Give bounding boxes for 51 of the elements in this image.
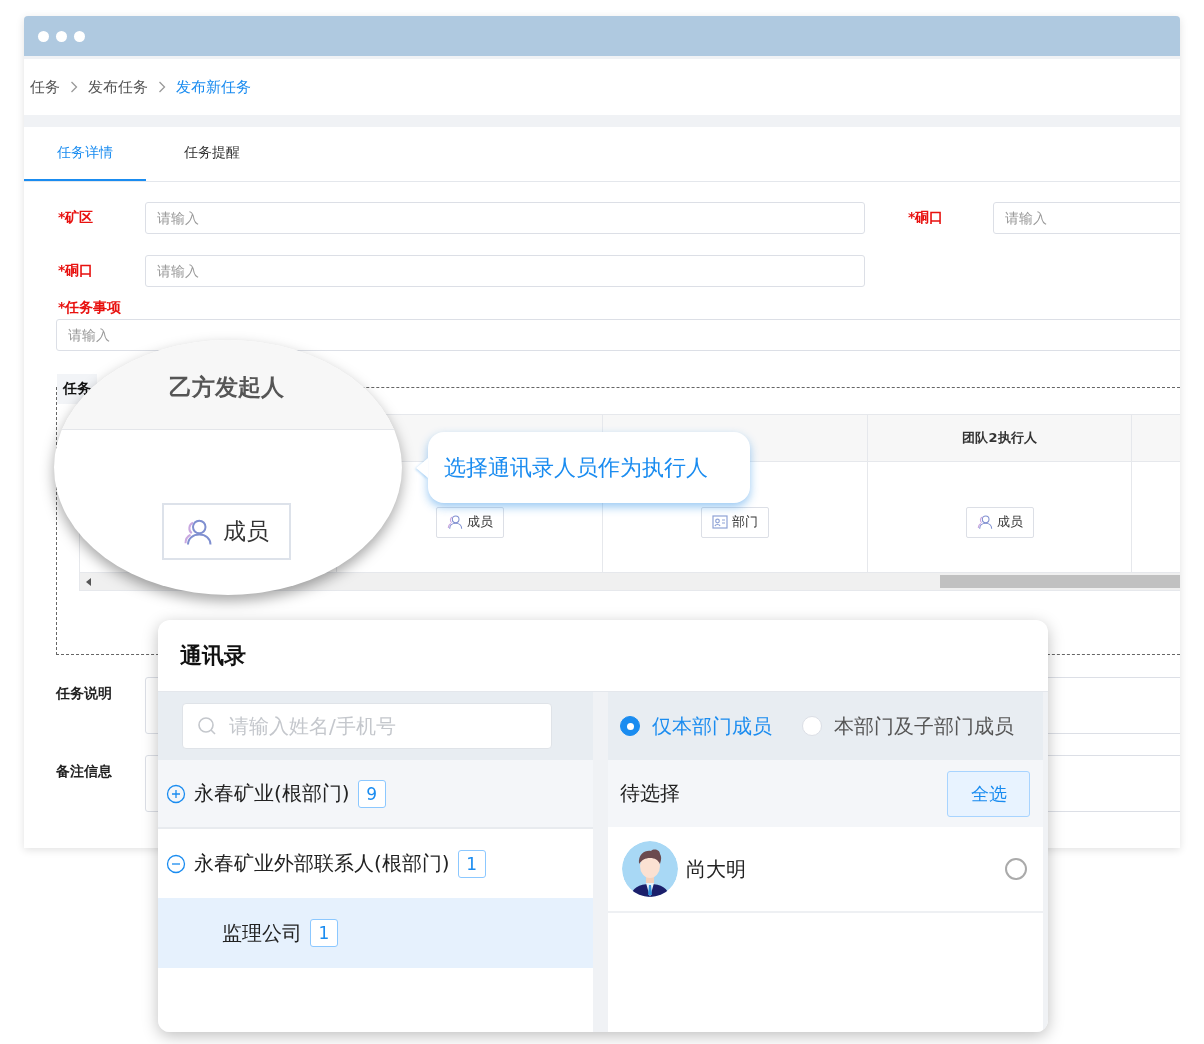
member-button[interactable]: 成员 (161, 503, 291, 560)
id-card-icon (712, 515, 728, 529)
member-button[interactable]: 成员 (965, 506, 1034, 538)
scrollbar-thumb[interactable] (940, 575, 1180, 588)
breadcrumb-link[interactable]: 任务 (30, 77, 60, 97)
text-field[interactable]: 请输入 (993, 201, 1180, 234)
department-name: 监理公司 (222, 919, 302, 947)
member-name: 尚大明 (686, 855, 747, 883)
column-header: 乙方发起人 (168, 373, 284, 402)
field-label: 任务说明 (56, 685, 113, 703)
department-button[interactable]: 部门 (701, 506, 769, 538)
chevron-icon (70, 81, 78, 93)
count-badge: 9 (357, 779, 386, 808)
chevron-icon (158, 81, 166, 93)
tooltip: 选择通讯录人员作为执行人 (428, 432, 750, 503)
window-dot (56, 30, 67, 42)
search-icon (197, 716, 217, 736)
tree-item[interactable]: 监理公司 1 (158, 898, 593, 968)
column-header: 团队2执行人 (962, 429, 1037, 447)
collapse-icon[interactable] (166, 853, 186, 874)
count-badge: 1 (457, 849, 486, 878)
scroll-left-icon[interactable] (86, 577, 92, 586)
breadcrumb-link[interactable]: 发布任务 (88, 77, 148, 97)
tree-item[interactable]: 永春矿业(根部门) 9 (158, 760, 593, 829)
member-button[interactable]: 成员 (435, 506, 504, 538)
section-label: 待选择 (620, 780, 680, 807)
window-dot (38, 30, 49, 42)
radio-option[interactable]: 本部门及子部门成员 (802, 712, 1014, 740)
text-field[interactable]: 请输入 (145, 201, 865, 234)
dialog-title: 通讯录 (180, 641, 246, 670)
select-radio[interactable] (1005, 858, 1027, 880)
text-field[interactable]: 请输入 (145, 254, 865, 287)
search-field[interactable]: 请输入姓名/手机号 (182, 703, 552, 749)
field-label: 备注信息 (56, 763, 113, 781)
field-label: *硐口 (907, 208, 945, 227)
field-label: *矿区 (57, 208, 95, 227)
department-name: 永春矿业外部联系人(根部门) (194, 850, 450, 877)
tab[interactable]: 任务详情 (24, 127, 146, 181)
field-label: *硐口 (57, 261, 95, 280)
member-row[interactable]: 尚大明 (608, 827, 1043, 913)
text-field[interactable]: 请输入 (56, 319, 1180, 351)
breadcrumb-link[interactable]: 发布新任务 (176, 77, 251, 97)
field-label: *任务事项 (57, 299, 123, 317)
window-dot (74, 30, 85, 42)
count-badge: 1 (310, 919, 338, 947)
members-icon (976, 514, 993, 530)
avatar-icon (622, 841, 678, 897)
expand-icon[interactable] (166, 783, 186, 804)
department-name: 永春矿业(根部门) (194, 780, 350, 807)
tab[interactable]: 任务提醒 (146, 127, 280, 181)
members-icon (446, 514, 463, 530)
